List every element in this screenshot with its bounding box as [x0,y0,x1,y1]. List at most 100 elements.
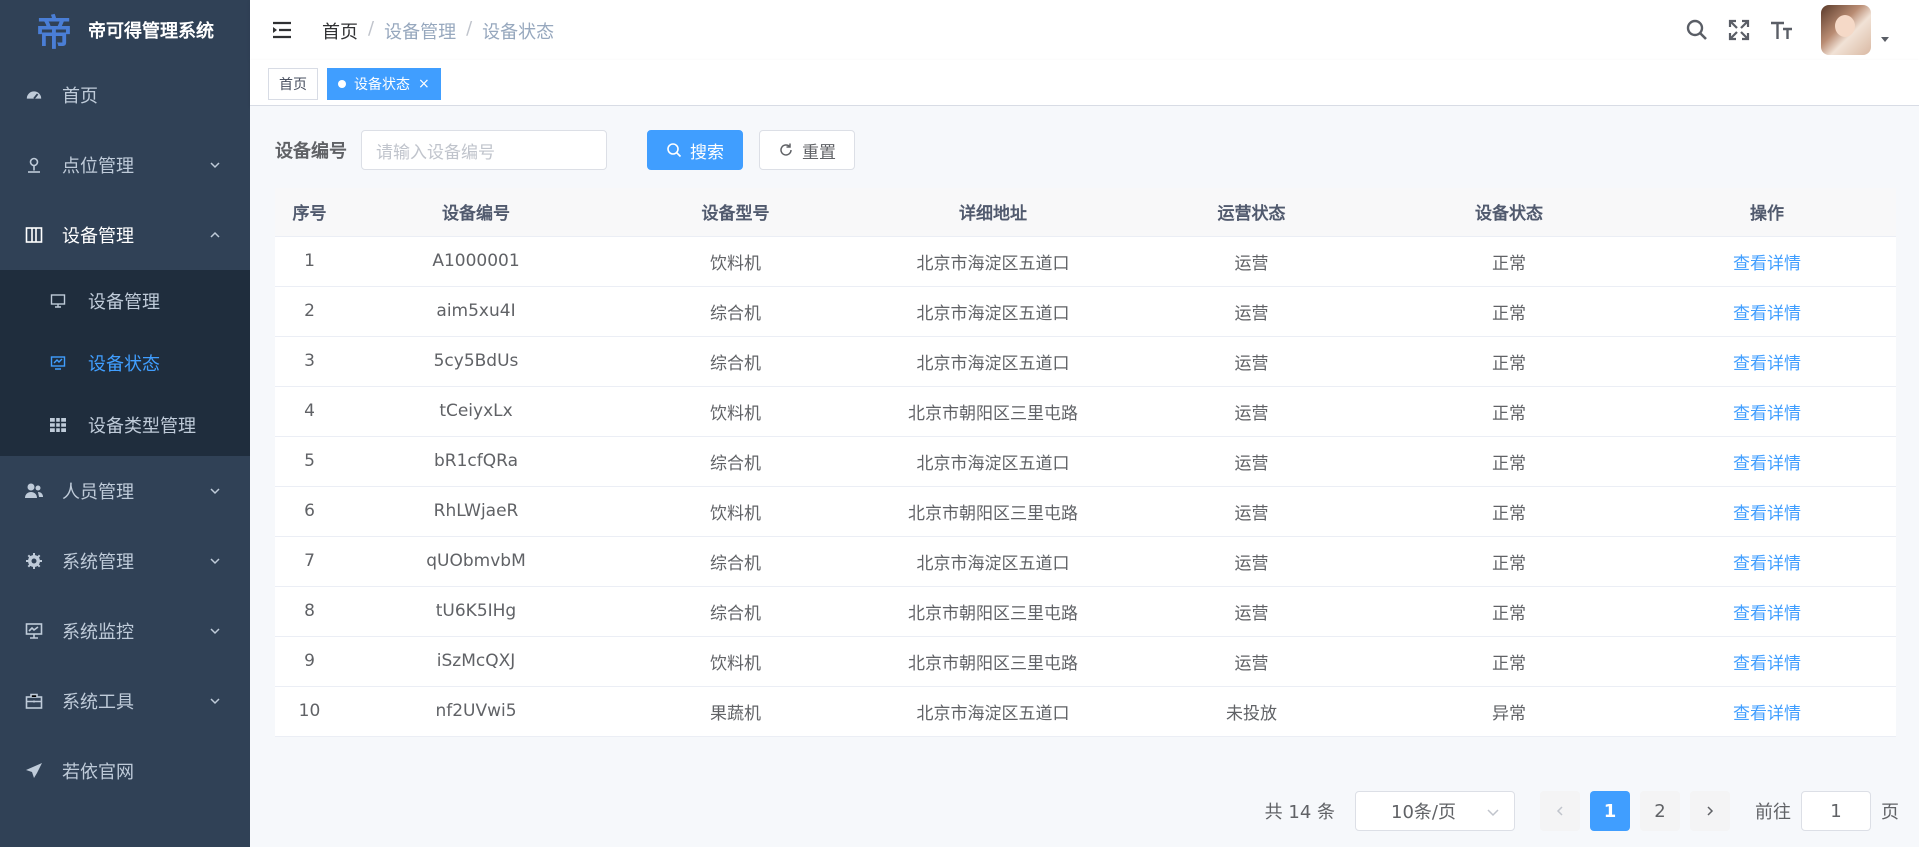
cell-model: 饮料机 [608,636,863,687]
cell-index: 10 [275,686,344,737]
device-status-table: 序号 设备编号 设备型号 详细地址 运营状态 设备状态 操作 1 A1000001… [275,188,1896,737]
cell-operation-status: 运营 [1123,536,1380,587]
view-details-link[interactable]: 查看详情 [1638,286,1896,337]
peoples-icon [24,481,44,501]
sidebar-item-device-type[interactable]: 设备类型管理 [0,394,250,456]
sidebar-item-label: 首页 [62,86,98,107]
goto-label: 前往 [1755,802,1791,823]
view-details-link[interactable]: 查看详情 [1638,336,1896,387]
table-row: 1 A1000001 饮料机 北京市海淀区五道口 运营 正常 查看详情 [275,236,1896,287]
cell-index: 5 [275,436,344,487]
table-row: 3 5cy5BdUs 综合机 北京市海淀区五道口 运营 正常 查看详情 [275,336,1896,387]
search-button[interactable]: 搜索 [647,130,743,170]
logo[interactable]: 帝 帝可得管理系统 [0,0,250,60]
cell-model: 饮料机 [608,236,863,287]
prev-page-button[interactable] [1540,791,1580,831]
breadcrumb-separator: / [368,18,375,39]
cell-model: 饮料机 [608,386,863,437]
view-details-link[interactable]: 查看详情 [1638,436,1896,487]
sidebar-item-system[interactable]: 系统管理 [0,526,250,596]
view-details-link[interactable]: 查看详情 [1638,586,1896,637]
tag-device-status[interactable]: 设备状态 × [327,68,441,100]
chevron-left-icon [1556,806,1563,816]
breadcrumb-item[interactable]: 首页 [322,18,358,44]
page-button[interactable]: 1 [1590,791,1630,831]
page-size-select[interactable]: 10条/页 [1355,791,1515,831]
page-button[interactable]: 2 [1640,791,1680,831]
cell-device-status: 正常 [1380,636,1638,687]
goto-page-input[interactable]: 1 [1801,791,1871,831]
column-header: 详细地址 [863,188,1123,237]
sidebar-item-people[interactable]: 人员管理 [0,456,250,526]
search-icon [667,143,682,158]
cell-address: 北京市海淀区五道口 [863,336,1123,387]
reset-button[interactable]: 重置 [759,130,855,170]
table-row: 2 aim5xu4I 综合机 北京市海淀区五道口 运营 正常 查看详情 [275,286,1896,337]
hamburger-icon[interactable] [270,18,294,42]
cell-model: 果蔬机 [608,686,863,737]
cell-operation-status: 运营 [1123,236,1380,287]
sidebar-item-label: 设备管理 [88,292,160,313]
table-row: 8 tU6K5IHg 综合机 北京市朝阳区三里屯路 运营 正常 查看详情 [275,586,1896,637]
view-details-link[interactable]: 查看详情 [1638,536,1896,587]
table-row: 5 bR1cfQRa 综合机 北京市海淀区五道口 运营 正常 查看详情 [275,436,1896,487]
breadcrumb: 首页 / 设备管理 / 设备状态 [322,18,554,44]
column-header: 操作 [1638,188,1896,237]
table-row: 10 nf2UVwi5 果蔬机 北京市海淀区五道口 未投放 异常 查看详情 [275,686,1896,737]
reset-button-label: 重置 [802,142,836,163]
sidebar-item-location[interactable]: 点位管理 [0,130,250,200]
sidebar-item-tool[interactable]: 系统工具 [0,666,250,736]
view-details-link[interactable]: 查看详情 [1638,236,1896,287]
sidebar-item-monitor[interactable]: 系统监控 [0,596,250,666]
table-header-row: 序号 设备编号 设备型号 详细地址 运营状态 设备状态 操作 [275,188,1896,237]
cell-model: 综合机 [608,336,863,387]
cell-operation-status: 运营 [1123,586,1380,637]
caret-down-icon[interactable] [1879,33,1891,45]
tag-home[interactable]: 首页 [268,68,318,100]
cell-index: 6 [275,486,344,537]
column-header: 设备型号 [608,188,863,237]
cell-device-status: 正常 [1380,236,1638,287]
search-icon[interactable] [1677,10,1717,50]
cell-device-code: nf2UVwi5 [344,686,608,737]
breadcrumb-item: 设备管理 [384,22,457,43]
monitor-icon [24,621,44,641]
avatar[interactable] [1821,5,1871,55]
cell-address: 北京市朝阳区三里屯路 [863,586,1123,637]
cell-address: 北京市海淀区五道口 [863,286,1123,337]
view-details-link[interactable]: 查看详情 [1638,386,1896,437]
view-details-link[interactable]: 查看详情 [1638,636,1896,687]
table-row: 4 tCeiyxLx 饮料机 北京市朝阳区三里屯路 运营 正常 查看详情 [275,386,1896,437]
chevron-down-icon [210,628,220,635]
cell-address: 北京市海淀区五道口 [863,686,1123,737]
refresh-icon [780,143,792,156]
next-page-button[interactable] [1690,791,1730,831]
fullscreen-icon[interactable] [1719,10,1759,50]
sidebar-item-home[interactable]: 首页 [0,60,250,130]
chart-monitor-icon [48,353,68,373]
tool-icon [24,691,44,711]
cell-device-status: 正常 [1380,336,1638,387]
logo-icon: 帝 [35,12,72,54]
sidebar-item-device[interactable]: 设备管理 [0,200,250,270]
cell-address: 北京市海淀区五道口 [863,236,1123,287]
search-label: 设备编号 [275,141,347,162]
sidebar-item-device-status[interactable]: 设备状态 [0,332,250,394]
sidebar-item-guide[interactable]: 若依官网 [0,736,250,806]
font-size-icon[interactable] [1761,10,1801,50]
cell-operation-status: 未投放 [1123,686,1380,737]
close-icon[interactable]: × [418,76,430,92]
sidebar-item-device-manage[interactable]: 设备管理 [0,270,250,332]
chevron-down-icon [1487,809,1499,817]
cell-device-status: 正常 [1380,286,1638,337]
device-code-input[interactable]: 请输入设备编号 [361,130,607,170]
cell-device-code: RhLWjaeR [344,486,608,537]
view-details-link[interactable]: 查看详情 [1638,486,1896,537]
cell-device-status: 正常 [1380,436,1638,487]
monitor-small-icon [48,291,68,311]
cell-model: 饮料机 [608,486,863,537]
location-icon [24,155,44,175]
search-button-label: 搜索 [690,142,724,163]
cell-index: 9 [275,636,344,687]
view-details-link[interactable]: 查看详情 [1638,686,1896,737]
